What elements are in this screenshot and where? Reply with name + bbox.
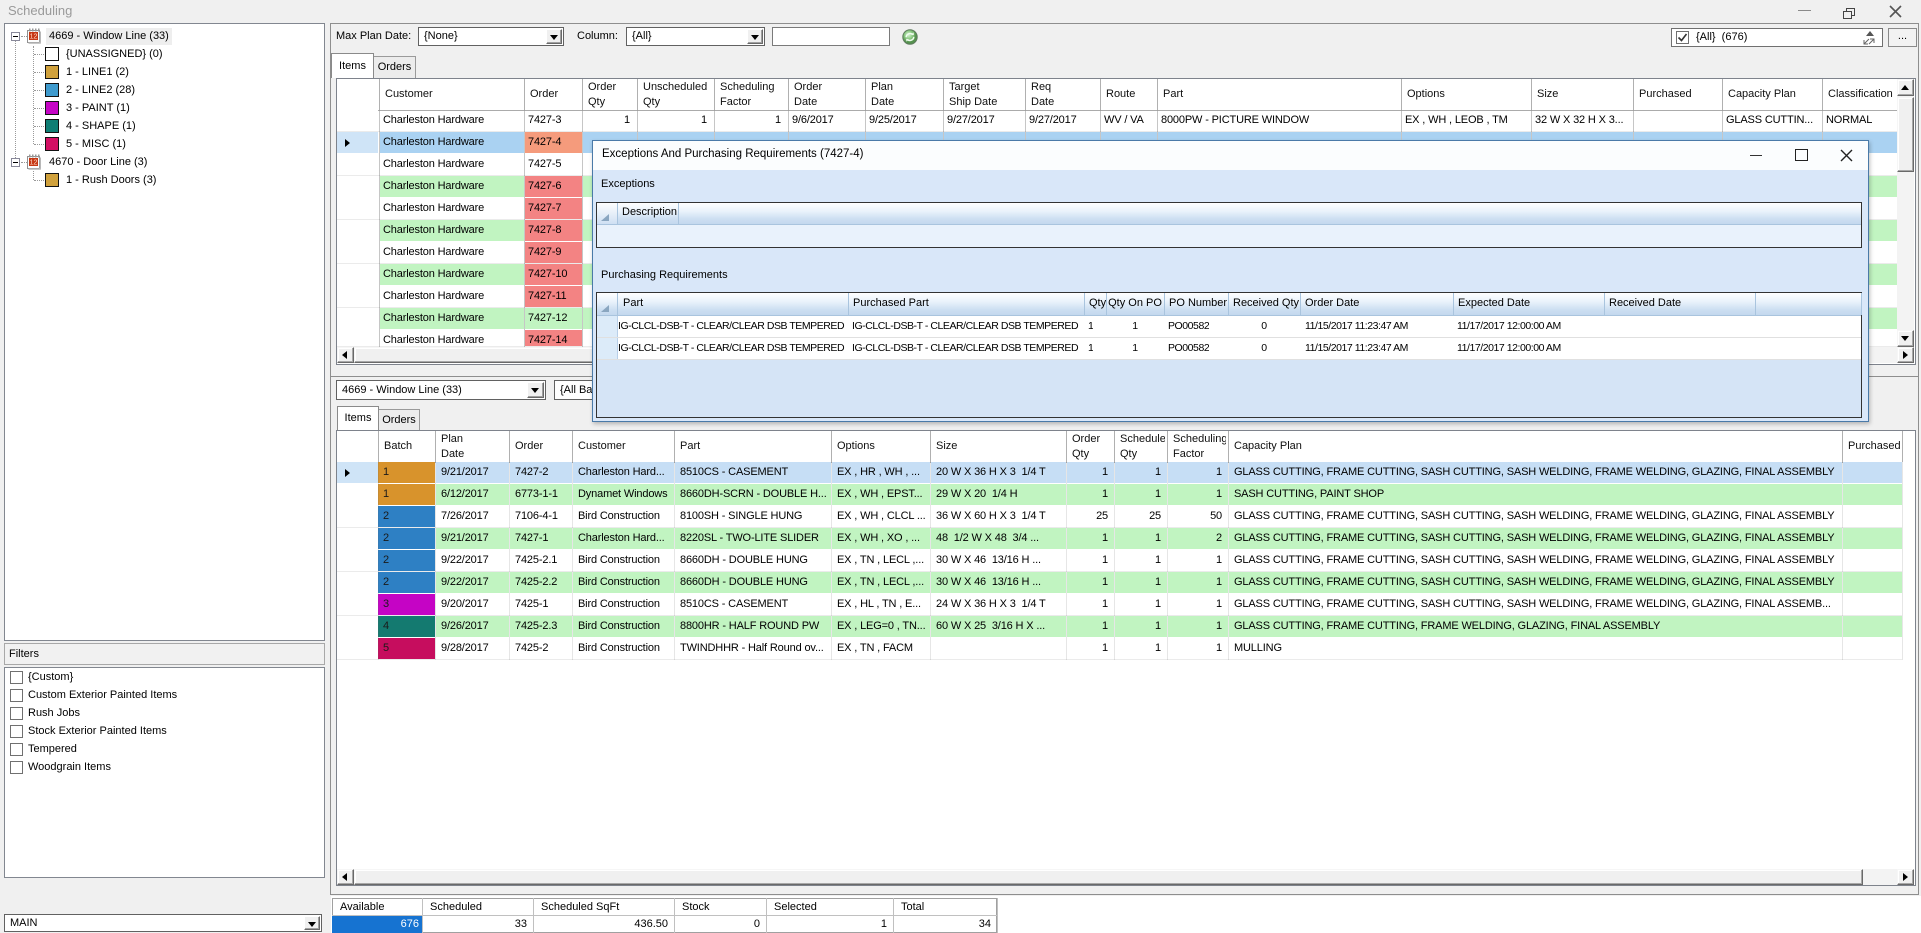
svg-text:12: 12 xyxy=(30,34,38,41)
svg-text:12: 12 xyxy=(30,160,38,167)
